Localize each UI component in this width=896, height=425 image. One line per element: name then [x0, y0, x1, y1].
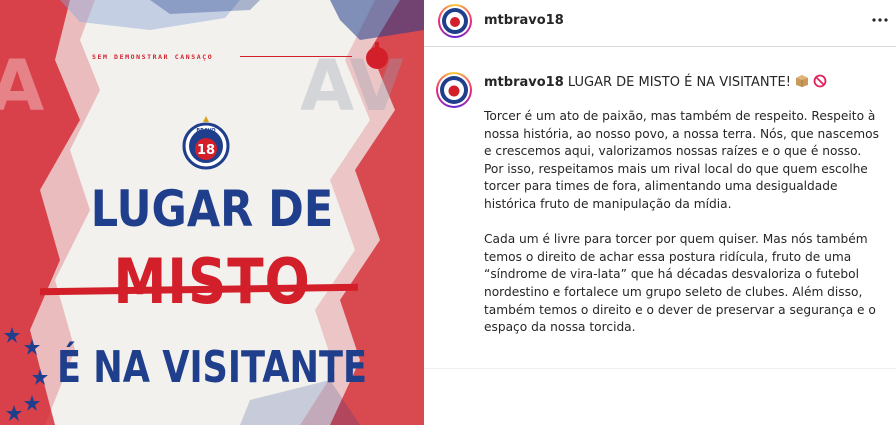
caption-avatar[interactable]: [436, 72, 472, 108]
caption-username[interactable]: mtbravo18: [484, 75, 564, 90]
prohibited-icon: [813, 74, 827, 88]
svg-text:18: 18: [197, 143, 215, 158]
avatar[interactable]: [438, 4, 472, 38]
caption-header: mtbravo18 LUGAR DE MISTO É NA VISITANTE!: [484, 74, 827, 90]
caption-title: LUGAR DE MISTO É NA VISITANTE!: [567, 75, 791, 90]
svg-text:A: A: [0, 45, 44, 127]
caption-paragraph: Cada um é livre para torcer por quem qui…: [484, 232, 876, 335]
post-tagline: SEM DEMONSTRAR CANSAÇO: [92, 53, 214, 61]
headline-line-3: É NA VISITANTE: [56, 342, 368, 393]
post-header: mtbravo18: [424, 0, 896, 47]
headline-line-1: LUGAR DE: [90, 180, 334, 238]
panel-divider: [424, 368, 896, 369]
package-icon: [796, 75, 809, 87]
post-details-panel: mtbravo18 mtbravo18 LUGAR DE MISTO É NA …: [424, 0, 896, 425]
header-username[interactable]: mtbravo18: [484, 13, 564, 28]
stars-decoration-icon: [4, 327, 48, 421]
tagline-divider: [240, 56, 352, 57]
avatar-crest-icon: [444, 80, 464, 100]
headline-line-2: MISTO: [113, 245, 311, 318]
caption-body: Torcer é um ato de paixão, mas também de…: [484, 108, 879, 354]
avatar-crest-icon: [446, 12, 464, 30]
bravo18-crest-logo: BRAVO 18: [182, 116, 230, 170]
svg-text:BRAVO: BRAVO: [196, 128, 215, 134]
caption-paragraph: Torcer é um ato de paixão, mas também de…: [484, 109, 879, 211]
bomb-icon: [366, 42, 388, 69]
more-options-icon[interactable]: [870, 10, 890, 30]
post-image[interactable]: AV A SEM DEMONSTRAR CANSAÇO BRAVO 18 LUG…: [0, 0, 424, 425]
